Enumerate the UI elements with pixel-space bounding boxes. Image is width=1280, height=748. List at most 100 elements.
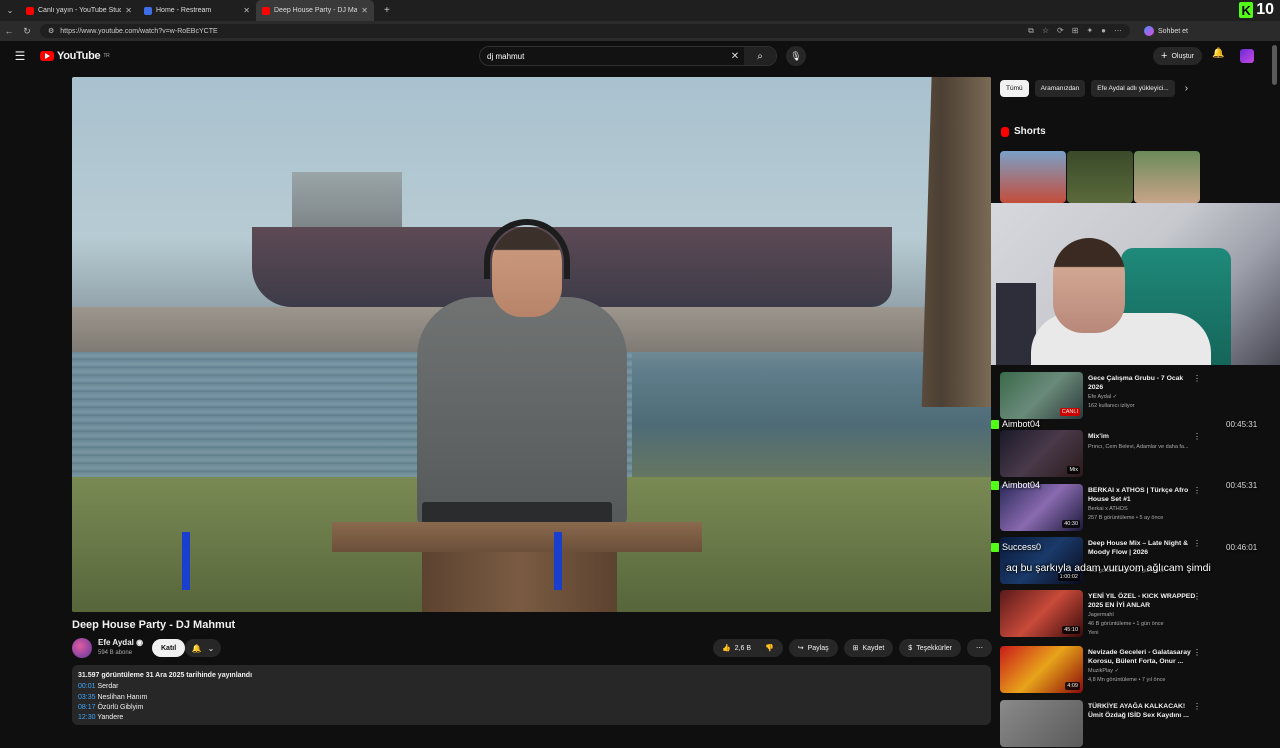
channel-name-text: Efe Aydal xyxy=(98,638,134,647)
chat-username: Success0 xyxy=(1002,542,1042,552)
timestamp-link[interactable]: 03:35 xyxy=(78,694,96,701)
webcam-streamer-head xyxy=(1053,238,1125,333)
chip-all[interactable]: Tümü xyxy=(1000,80,1029,97)
close-icon[interactable]: ✕ xyxy=(243,6,250,15)
video-frame-palm xyxy=(921,77,991,407)
video-thumbnail: 40:30 xyxy=(1000,484,1083,531)
reload-icon[interactable]: ↻ xyxy=(18,26,36,37)
chevron-right-icon[interactable]: › xyxy=(1185,83,1188,94)
address-bar[interactable]: ⚙ https://www.youtube.com/watch?v=w-RoEB… xyxy=(40,24,1130,38)
more-vert-icon[interactable]: ⋮ xyxy=(1193,648,1201,657)
timestamp-link[interactable]: 12:30 xyxy=(78,714,96,721)
star-icon[interactable]: ☆ xyxy=(1042,26,1049,36)
more-vert-icon[interactable]: ⋮ xyxy=(1193,702,1201,711)
chapter-label: Serdar xyxy=(97,683,119,691)
video-frame-table xyxy=(332,522,702,552)
recommendation-item[interactable]: TÜRKİYE AYAĞA KALKACAK! Ümit Özdağ ISİD … xyxy=(995,700,1215,748)
recommendation-item[interactable]: CANLI Gece Çalışma Grubu - 7 Ocak 2026 E… xyxy=(995,372,1215,420)
recommendation-item[interactable]: 4:09 Nevizade Geceleri - Galatasaray Kor… xyxy=(995,646,1215,694)
recommendation-meta: 162 kullanıcı izliyor xyxy=(1088,403,1135,409)
menu-dots-icon[interactable]: ⋯ xyxy=(1114,26,1122,36)
notifications-icon[interactable]: 🔔 xyxy=(1212,48,1224,59)
youtube-header: ☰ YouTube TR dj mahmut ✕ ⌕ 🎙 + Oluştur 🔔 xyxy=(0,41,1280,71)
more-vert-icon[interactable]: ⋮ xyxy=(1193,539,1201,548)
kick-brand: K 10 xyxy=(1239,1,1274,19)
channel-name[interactable]: Efe Aydal ◉ xyxy=(98,638,143,647)
description-box[interactable]: 31.597 görüntüleme 31 Ara 2025 tarihinde… xyxy=(72,665,991,725)
short-thumbnail[interactable] xyxy=(1000,151,1066,203)
chat-button[interactable]: Sohbet et xyxy=(1144,26,1188,36)
create-button[interactable]: + Oluştur xyxy=(1153,47,1202,65)
search-box: dj mahmut ✕ ⌕ xyxy=(479,46,777,66)
back-icon[interactable]: ← xyxy=(0,26,18,36)
create-label: Oluştur xyxy=(1171,52,1194,60)
video-frame-ship xyxy=(252,227,892,307)
clear-search-icon[interactable]: ✕ xyxy=(726,51,744,62)
video-player[interactable] xyxy=(72,77,991,612)
filter-chips: Tümü Aramanızdan Efe Aydal adlı yükleyic… xyxy=(1000,80,1188,97)
recommendation-item[interactable]: Mix Mix'im Prıncı, Cem Belevi, Adamlar v… xyxy=(995,430,1215,478)
video-frame-ship-deck xyxy=(292,172,402,232)
timestamp-link[interactable]: 00:01 xyxy=(78,683,96,690)
mic-icon: 🎙 xyxy=(790,50,802,61)
chapter-label: Özürlü Giblyim xyxy=(97,703,144,711)
brand-number: 10 xyxy=(1256,1,1274,18)
chip-from-search[interactable]: Aramanızdan xyxy=(1034,80,1086,97)
close-icon[interactable]: ✕ xyxy=(125,6,132,15)
more-vert-icon[interactable]: ⋮ xyxy=(1193,374,1201,383)
puzzle-icon[interactable]: ✦ xyxy=(1086,26,1093,36)
chip-uploader[interactable]: Efe Aydal adlı yükleyici... xyxy=(1091,80,1175,97)
streamer-webcam-overlay xyxy=(991,203,1280,365)
video-frame-stand xyxy=(422,552,617,612)
save-button[interactable]: ⊞ Kaydet xyxy=(843,639,894,657)
browser-tab[interactable]: Home - Restream ✕ xyxy=(138,0,256,21)
short-thumbnail[interactable] xyxy=(1067,151,1133,203)
search-input[interactable]: dj mahmut xyxy=(480,52,726,61)
short-thumbnail[interactable] xyxy=(1134,151,1200,203)
more-vert-icon[interactable]: ⋮ xyxy=(1193,592,1201,601)
share-button[interactable]: ↪ Paylaş xyxy=(788,639,838,657)
extension-icon[interactable]: ⟳ xyxy=(1057,26,1064,36)
chat-overlay-time: 00:46:01 xyxy=(1226,543,1258,552)
recommendation-channel: Efe Aydal ✓ xyxy=(1088,394,1118,400)
voice-search-button[interactable]: 🎙 xyxy=(786,46,806,66)
save-label: Kaydet xyxy=(862,644,885,652)
site-info-icon[interactable]: ⚙ xyxy=(48,27,54,35)
install-icon[interactable]: ⧉ xyxy=(1028,26,1034,36)
youtube-logo[interactable]: YouTube TR xyxy=(40,50,110,62)
browser-tab[interactable]: Canlı yayın - YouTube Studio ✕ xyxy=(20,0,138,21)
recommendation-item[interactable]: 40:30 BERKAI x ATHOS | Türkçe Afro House… xyxy=(995,484,1215,532)
thumbs-down-icon[interactable]: 👎 xyxy=(765,644,774,652)
close-icon[interactable]: ✕ xyxy=(361,6,368,15)
bookmark-icon[interactable]: ⊞ xyxy=(1072,26,1079,36)
join-button[interactable]: Katıl xyxy=(152,639,186,657)
channel-avatar[interactable] xyxy=(72,638,92,658)
menu-icon[interactable]: ☰ xyxy=(0,49,40,63)
recommendation-meta: 257 B görüntüleme • 5 ay önce xyxy=(1088,515,1164,521)
timestamp-link[interactable]: 08:17 xyxy=(78,704,96,711)
subscription-bell-button[interactable]: 🔔 ⌄ xyxy=(185,639,221,657)
page-scrollbar[interactable] xyxy=(1272,45,1277,85)
more-vert-icon[interactable]: ⋮ xyxy=(1193,486,1201,495)
video-thumbnail: 45:10 xyxy=(1000,590,1083,637)
recommendation-item[interactable]: 45:10 YENİ YIL ÖZEL - KICK WRAPPED 2025 … xyxy=(995,590,1215,638)
browser-tab-active[interactable]: Deep House Party - DJ Mahmut ✕ xyxy=(256,0,374,21)
like-button[interactable]: 👍 2,6 B 👎 xyxy=(712,639,783,657)
chapter-line: 00:01 Serdar xyxy=(78,682,985,692)
profile-icon[interactable]: ● xyxy=(1101,26,1106,36)
browser-toolbar: ← ↻ ⚙ https://www.youtube.com/watch?v=w-… xyxy=(0,21,1280,41)
chat-username: Aimbot04 xyxy=(1002,480,1041,490)
video-thumbnail xyxy=(1000,700,1083,747)
channel-row: Efe Aydal ◉ 594 B abone Katıl 🔔 ⌄ 👍 2,6 … xyxy=(72,637,992,659)
bell-icon: 🔔 xyxy=(191,643,202,653)
more-actions-icon[interactable]: ⋯ xyxy=(967,639,992,657)
duration-badge: 40:30 xyxy=(1062,520,1080,528)
video-frame-dj-controller xyxy=(422,502,612,524)
tab-label: Canlı yayın - YouTube Studio xyxy=(38,7,122,14)
search-button[interactable]: ⌕ xyxy=(744,47,776,65)
new-tab-button[interactable]: + xyxy=(374,5,390,16)
more-vert-icon[interactable]: ⋮ xyxy=(1193,432,1201,441)
tab-list-icon[interactable]: ⌄ xyxy=(0,6,20,15)
account-avatar[interactable] xyxy=(1240,49,1254,63)
thanks-button[interactable]: $ Teşekkürler xyxy=(899,639,961,657)
